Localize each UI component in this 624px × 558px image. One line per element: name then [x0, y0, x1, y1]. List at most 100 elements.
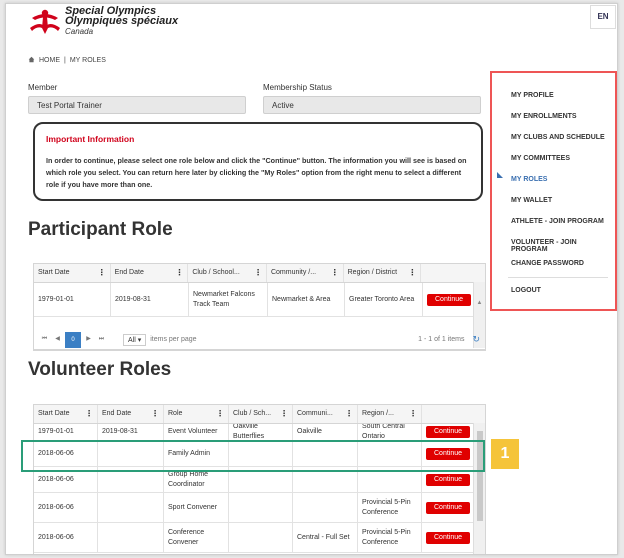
- callout-badge: 1: [491, 439, 519, 469]
- table-row: 2018-06-06 Conference Convener Central -…: [34, 523, 485, 553]
- column-header-role[interactable]: Role ⋮: [164, 405, 229, 423]
- menu-item-my-committees[interactable]: MY COMMITTEES: [511, 155, 570, 162]
- items-per-page-label: items per page: [150, 336, 197, 343]
- page-size-select[interactable]: All ▾: [123, 333, 147, 346]
- column-header-start-date[interactable]: Start Date ⋮: [34, 264, 111, 282]
- menu-divider: [508, 277, 608, 278]
- cell-action: Continue: [422, 523, 472, 552]
- cell-region: Provincial 5-Pin Conference: [358, 493, 422, 522]
- continue-button[interactable]: Continue: [426, 531, 471, 544]
- column-menu-icon[interactable]: ⋮: [409, 409, 417, 419]
- special-olympics-logo-icon: [28, 6, 62, 36]
- cell-role: Event Volunteer: [164, 424, 229, 440]
- home-icon[interactable]: [28, 56, 35, 65]
- column-header-club[interactable]: Club / Sch... ⋮: [229, 405, 293, 423]
- breadcrumb-current: MY ROLES: [69, 57, 106, 64]
- cell-club: Newmarket Falcons Track Team: [189, 283, 268, 316]
- column-menu-icon[interactable]: ⋮: [345, 409, 353, 419]
- cell-club: [229, 493, 293, 522]
- column-header-action: [421, 264, 485, 282]
- cell-end-date: [98, 523, 164, 552]
- first-page-icon[interactable]: ⏮: [39, 334, 50, 345]
- column-menu-icon[interactable]: ⋮: [408, 268, 416, 278]
- cell-community: [293, 493, 358, 522]
- logo[interactable]: Special Olympics Olympiques spéciaux Can…: [28, 6, 178, 37]
- scroll-up-icon[interactable]: ▲: [474, 300, 485, 306]
- cell-club: [229, 523, 293, 552]
- info-text: In order to continue, please select one …: [46, 156, 467, 189]
- last-page-icon[interactable]: ⏭: [96, 334, 107, 345]
- column-menu-icon[interactable]: ⋮: [254, 268, 262, 278]
- member-field: Test Portal Trainer: [28, 96, 246, 114]
- refresh-icon[interactable]: ↻: [472, 334, 480, 345]
- participant-grid-pager: ⏮ ◀ 0 ▶ ⏭ All ▾ items per page 1 - 1 of …: [33, 329, 486, 351]
- language-toggle-button[interactable]: EN: [590, 5, 616, 29]
- menu-item-change-password[interactable]: CHANGE PASSWORD: [511, 260, 584, 267]
- table-row: 2018-06-06 Sport Convener Provincial 5-P…: [34, 493, 485, 523]
- column-header-region[interactable]: Region /... ⋮: [358, 405, 422, 423]
- cell-end-date: 2019-08-31: [111, 283, 189, 316]
- column-header-community[interactable]: Community /... ⋮: [267, 264, 344, 282]
- cell-end-date: [98, 493, 164, 522]
- volunteer-roles-grid: Start Date ⋮ End Date ⋮ Role ⋮ Club / Sch..…: [33, 404, 486, 554]
- continue-button[interactable]: Continue: [426, 426, 471, 438]
- membership-status-field: Active: [263, 96, 481, 114]
- menu-item-volunteer-join-program[interactable]: VOLUNTEER - JOIN PROGRAM: [511, 239, 615, 253]
- menu-item-my-enrollments[interactable]: MY ENROLLMENTS: [511, 113, 577, 120]
- cell-community: Newmarket & Area: [268, 283, 345, 316]
- participant-role-title: Participant Role: [28, 219, 173, 240]
- logo-title-fr: Olympiques spéciaux: [65, 15, 179, 27]
- important-information-box: Important Information In order to contin…: [33, 122, 483, 201]
- column-menu-icon[interactable]: ⋮: [280, 409, 288, 419]
- column-menu-icon[interactable]: ⋮: [175, 268, 183, 278]
- next-page-icon[interactable]: ▶: [83, 334, 94, 345]
- current-page-button[interactable]: 0: [65, 331, 81, 348]
- cell-region: Provincial 5-Pin Conference: [358, 523, 422, 552]
- participant-grid-header: Start Date ⋮ End Date ⋮ Club / School... ⋮ …: [34, 264, 485, 283]
- column-header-region[interactable]: Region / District ⋮: [344, 264, 422, 282]
- column-menu-icon[interactable]: ⋮: [151, 409, 159, 419]
- column-menu-icon[interactable]: ⋮: [98, 268, 106, 278]
- logo-country: Canada: [65, 27, 94, 36]
- cell-region: Greater Toronto Area: [345, 283, 423, 316]
- cell-action: Continue: [422, 424, 472, 440]
- cell-start-date: 1979-01-01: [34, 283, 111, 316]
- pager-summary: 1 - 1 of 1 items: [418, 336, 465, 343]
- column-menu-icon[interactable]: ⋮: [85, 409, 93, 419]
- table-row: 1979-01-01 2019-08-31 Event Volunteer Oa…: [34, 424, 485, 441]
- right-menu: MY PROFILE MY ENROLLMENTS MY CLUBS AND S…: [490, 71, 617, 311]
- highlight-box: [21, 440, 485, 472]
- membership-status-label: Membership Status: [263, 83, 332, 92]
- column-header-club[interactable]: Club / School... ⋮: [188, 264, 267, 282]
- prev-page-icon[interactable]: ◀: [52, 334, 63, 345]
- cell-start-date: 2018-06-06: [34, 493, 98, 522]
- column-menu-icon[interactable]: ⋮: [331, 268, 339, 278]
- cell-community: Central - Full Set: [293, 523, 358, 552]
- column-header-end-date[interactable]: End Date ⋮: [111, 264, 189, 282]
- table-row: 1979-01-01 2019-08-31 Newmarket Falcons …: [34, 283, 485, 317]
- menu-item-my-clubs-and-schedule[interactable]: MY CLUBS AND SCHEDULE: [511, 134, 605, 141]
- menu-item-my-roles[interactable]: MY ROLES: [511, 176, 547, 183]
- cell-action: Continue: [423, 283, 473, 316]
- cell-action: Continue: [422, 493, 472, 522]
- continue-button[interactable]: Continue: [426, 501, 471, 514]
- cell-role: Sport Convener: [164, 493, 229, 522]
- app-frame: Special Olympics Olympiques spéciaux Can…: [5, 3, 618, 555]
- continue-button[interactable]: Continue: [427, 293, 472, 306]
- cell-region: South Central Ontario: [358, 424, 422, 440]
- column-header-end-date[interactable]: End Date ⋮: [98, 405, 164, 423]
- menu-item-logout[interactable]: LOGOUT: [511, 287, 541, 294]
- volunteer-grid-header: Start Date ⋮ End Date ⋮ Role ⋮ Club / Sch..…: [34, 405, 485, 424]
- active-marker-icon: [497, 172, 503, 178]
- column-header-action: [422, 405, 485, 423]
- column-header-community[interactable]: Communi... ⋮: [293, 405, 358, 423]
- menu-item-my-profile[interactable]: MY PROFILE: [511, 92, 554, 99]
- breadcrumb-home-link[interactable]: HOME: [39, 57, 60, 64]
- cell-end-date: 2019-08-31: [98, 424, 164, 440]
- column-header-start-date[interactable]: Start Date ⋮: [34, 405, 98, 423]
- cell-start-date: 2018-06-06: [34, 523, 98, 552]
- column-menu-icon[interactable]: ⋮: [216, 409, 224, 419]
- menu-item-my-wallet[interactable]: MY WALLET: [511, 197, 552, 204]
- continue-button[interactable]: Continue: [426, 473, 471, 486]
- menu-item-athlete-join-program[interactable]: ATHLETE - JOIN PROGRAM: [511, 218, 604, 225]
